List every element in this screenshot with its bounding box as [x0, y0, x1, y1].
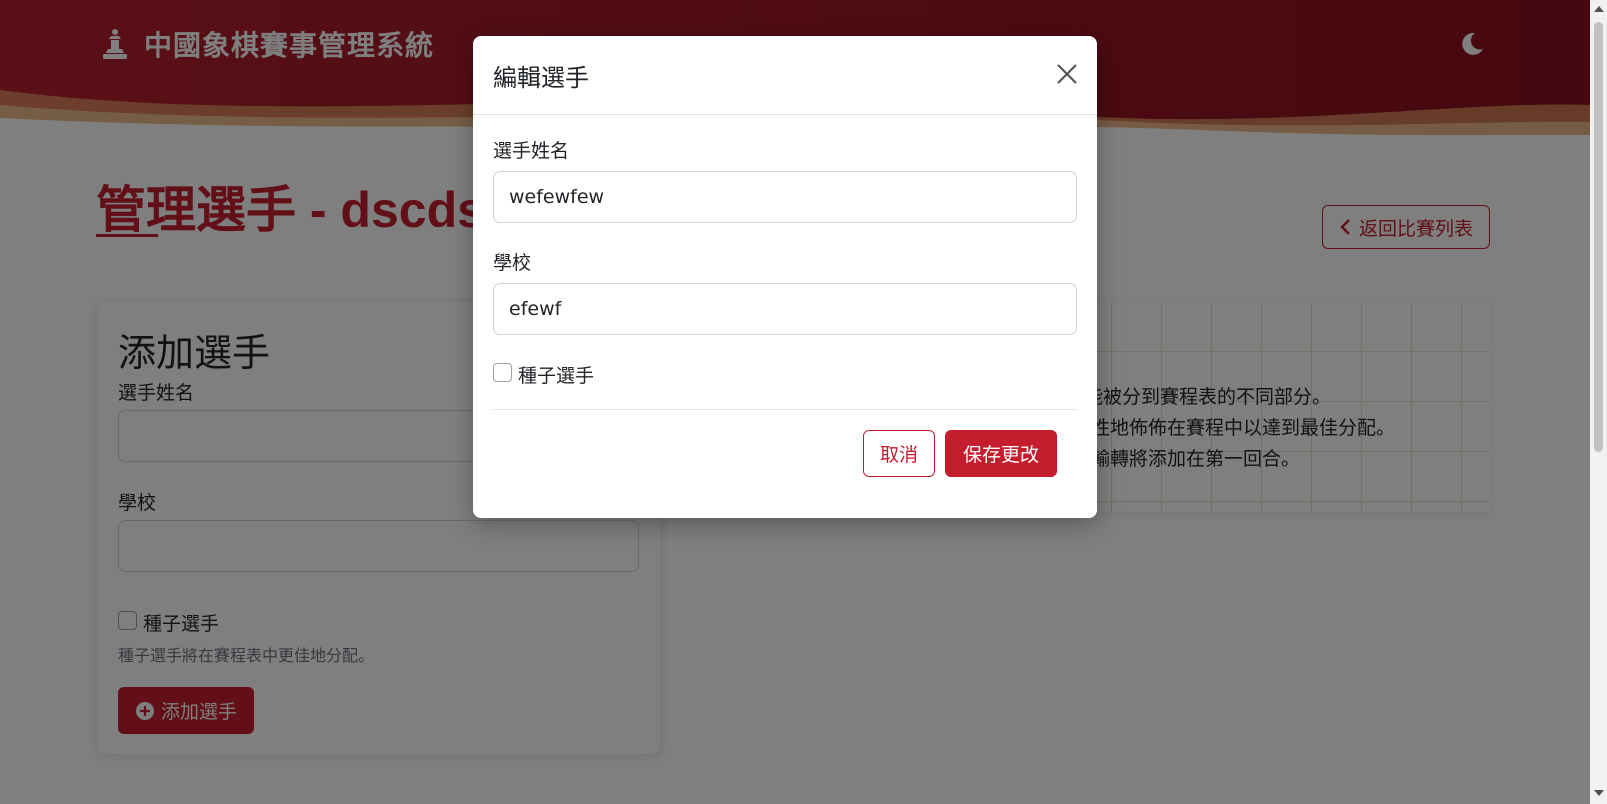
modal-seed-checkbox[interactable] — [493, 363, 512, 382]
modal-school-label: 學校 — [493, 252, 532, 274]
page-scrollbar[interactable] — [1590, 0, 1607, 804]
cancel-button[interactable]: 取消 — [863, 430, 935, 477]
scroll-down-arrow[interactable] — [1594, 790, 1604, 796]
modal-seed-label: 種子選手 — [518, 365, 595, 387]
scroll-up-arrow[interactable] — [1594, 6, 1604, 12]
edit-player-modal: 編輯選手 選手姓名 學校 種子選手 取消 保存更改 — [473, 36, 1097, 518]
modal-name-label: 選手姓名 — [493, 140, 570, 162]
modal-title: 編輯選手 — [493, 64, 589, 92]
modal-player-name-input[interactable] — [493, 171, 1077, 223]
close-icon[interactable] — [1055, 62, 1079, 86]
save-changes-button[interactable]: 保存更改 — [945, 430, 1057, 477]
modal-divider — [493, 409, 1077, 410]
modal-header: 編輯選手 — [473, 36, 1097, 115]
scroll-thumb[interactable] — [1594, 22, 1603, 452]
modal-school-input[interactable] — [493, 283, 1077, 335]
